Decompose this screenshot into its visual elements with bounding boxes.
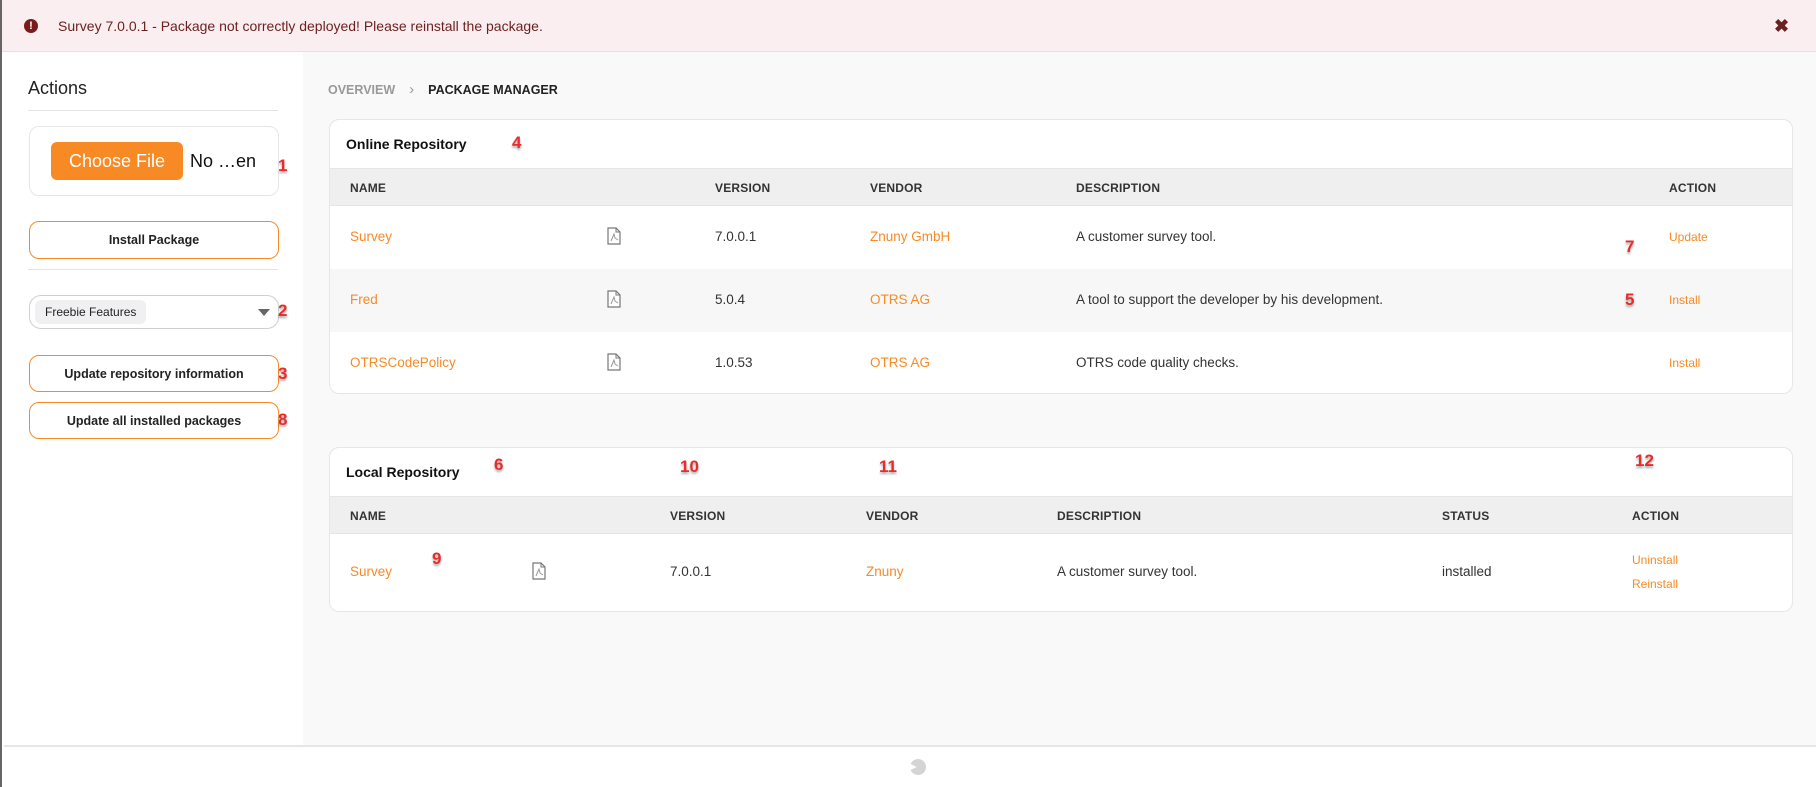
package-description: A customer survey tool. xyxy=(1057,564,1198,579)
update-all-packages-button[interactable]: Update all installed packages xyxy=(29,402,279,439)
main-content: OVERVIEW › PACKAGE MANAGER Online Reposi… xyxy=(303,52,1816,745)
panel-title: Online Repository xyxy=(346,136,467,152)
close-icon[interactable]: ✖ xyxy=(1774,16,1789,36)
actions-sidebar: Actions Choose File No …en 1 Install Pac… xyxy=(4,52,303,745)
sidebar-title: Actions xyxy=(28,78,88,98)
reinstall-action-link[interactable]: Reinstall xyxy=(1632,577,1678,591)
table-row: OTRSCodePolicy 1.0.53 OTRS AG OTRS code … xyxy=(330,332,1792,393)
column-header-vendor[interactable]: VENDOR xyxy=(870,181,923,195)
table-row: Fred 5.0.4 OTRS AG A tool to support the… xyxy=(330,269,1792,332)
package-name-link[interactable]: OTRSCodePolicy xyxy=(350,355,456,370)
breadcrumb-overview[interactable]: OVERVIEW xyxy=(328,83,395,97)
column-header-version[interactable]: VERSION xyxy=(715,181,770,195)
panel-title: Local Repository xyxy=(346,464,460,480)
package-vendor-link[interactable]: OTRS AG xyxy=(870,292,930,307)
divider xyxy=(28,110,278,111)
annotation-badge: 10 xyxy=(680,457,699,476)
column-header-vendor[interactable]: VENDOR xyxy=(866,509,919,523)
pdf-icon[interactable] xyxy=(532,562,546,580)
package-version: 1.0.53 xyxy=(715,355,753,370)
alert-message: Survey 7.0.0.1 - Package not correctly d… xyxy=(58,18,543,34)
install-package-button[interactable]: Install Package xyxy=(29,221,279,259)
file-status: No …en xyxy=(190,151,257,171)
package-name-link[interactable]: Fred xyxy=(350,292,378,307)
file-input[interactable]: Choose File No …en xyxy=(29,126,279,196)
package-description: OTRS code quality checks. xyxy=(1076,355,1239,370)
table-header: NAME VERSION VENDOR DESCRIPTION ACTION xyxy=(330,168,1792,206)
column-header-action: ACTION xyxy=(1632,509,1680,523)
column-header-description[interactable]: DESCRIPTION xyxy=(1057,509,1141,523)
chevron-right-icon: › xyxy=(409,81,415,98)
table-row: Survey 9 7.0.0.1 Znuny A customer survey… xyxy=(330,534,1792,611)
pdf-icon[interactable] xyxy=(607,227,621,245)
online-repository-panel: Online Repository 4 NAME VERSION VENDOR … xyxy=(329,119,1793,394)
logo-icon xyxy=(910,759,927,775)
package-description: A customer survey tool. xyxy=(1076,229,1217,244)
breadcrumb: OVERVIEW › PACKAGE MANAGER xyxy=(328,81,558,98)
exclamation-circle-icon: ! xyxy=(24,19,38,33)
annotation-badge: 3 xyxy=(278,364,288,383)
package-name-link[interactable]: Survey xyxy=(350,229,392,244)
column-header-description[interactable]: DESCRIPTION xyxy=(1076,181,1160,195)
chevron-down-icon[interactable] xyxy=(258,309,270,316)
table-header: NAME VERSION VENDOR DESCRIPTION STATUS A… xyxy=(330,496,1792,534)
divider xyxy=(28,269,278,270)
annotation-badge: 2 xyxy=(278,301,288,320)
column-header-version[interactable]: VERSION xyxy=(670,509,725,523)
annotation-badge: 7 xyxy=(1625,237,1635,256)
annotation-badge: 11 xyxy=(879,457,897,476)
annotation-badge: 9 xyxy=(432,549,442,568)
repository-select[interactable]: Freebie Features xyxy=(29,295,279,329)
package-description: A tool to support the developer by his d… xyxy=(1076,292,1383,307)
install-action-link[interactable]: Install xyxy=(1669,293,1700,307)
column-header-name[interactable]: NAME xyxy=(350,181,386,195)
pdf-icon[interactable] xyxy=(607,290,621,308)
repository-selected-chip[interactable]: Freebie Features xyxy=(35,300,147,324)
package-vendor-link[interactable]: Znuny GmbH xyxy=(870,229,950,244)
column-header-action: ACTION xyxy=(1669,181,1717,195)
pdf-icon[interactable] xyxy=(607,353,621,371)
annotation-badge: 4 xyxy=(512,133,522,152)
choose-file-button[interactable]: Choose File xyxy=(51,142,183,180)
annotation-badge: 5 xyxy=(1625,290,1635,309)
annotation-badge: 6 xyxy=(494,455,504,474)
breadcrumb-current: PACKAGE MANAGER xyxy=(428,82,558,97)
update-repository-button[interactable]: Update repository information xyxy=(29,355,279,392)
annotation-badge: 8 xyxy=(278,410,288,429)
annotation-badge: 12 xyxy=(1635,451,1654,470)
update-action-link[interactable]: Update xyxy=(1669,230,1708,244)
package-version: 7.0.0.1 xyxy=(715,229,757,244)
column-header-status[interactable]: STATUS xyxy=(1442,509,1489,523)
annotation-badge: 1 xyxy=(278,156,288,175)
package-version: 7.0.0.1 xyxy=(670,564,712,579)
column-header-name[interactable]: NAME xyxy=(350,509,386,523)
package-name-link[interactable]: Survey xyxy=(350,564,392,579)
footer xyxy=(4,745,1816,787)
install-action-link[interactable]: Install xyxy=(1669,356,1700,370)
uninstall-action-link[interactable]: Uninstall xyxy=(1632,553,1678,567)
package-status: installed xyxy=(1442,564,1492,579)
table-row: Survey 7.0.0.1 Znuny GmbH A customer sur… xyxy=(330,206,1792,269)
package-version: 5.0.4 xyxy=(715,292,746,307)
package-vendor-link[interactable]: OTRS AG xyxy=(870,355,930,370)
app-frame: ! Survey 7.0.0.1 - Package not correctly… xyxy=(0,0,1816,787)
local-repository-panel: Local Repository 6 10 11 12 NAME VERSION… xyxy=(329,447,1793,612)
package-vendor-link[interactable]: Znuny xyxy=(866,564,904,579)
error-alert: ! Survey 7.0.0.1 - Package not correctly… xyxy=(2,0,1816,52)
